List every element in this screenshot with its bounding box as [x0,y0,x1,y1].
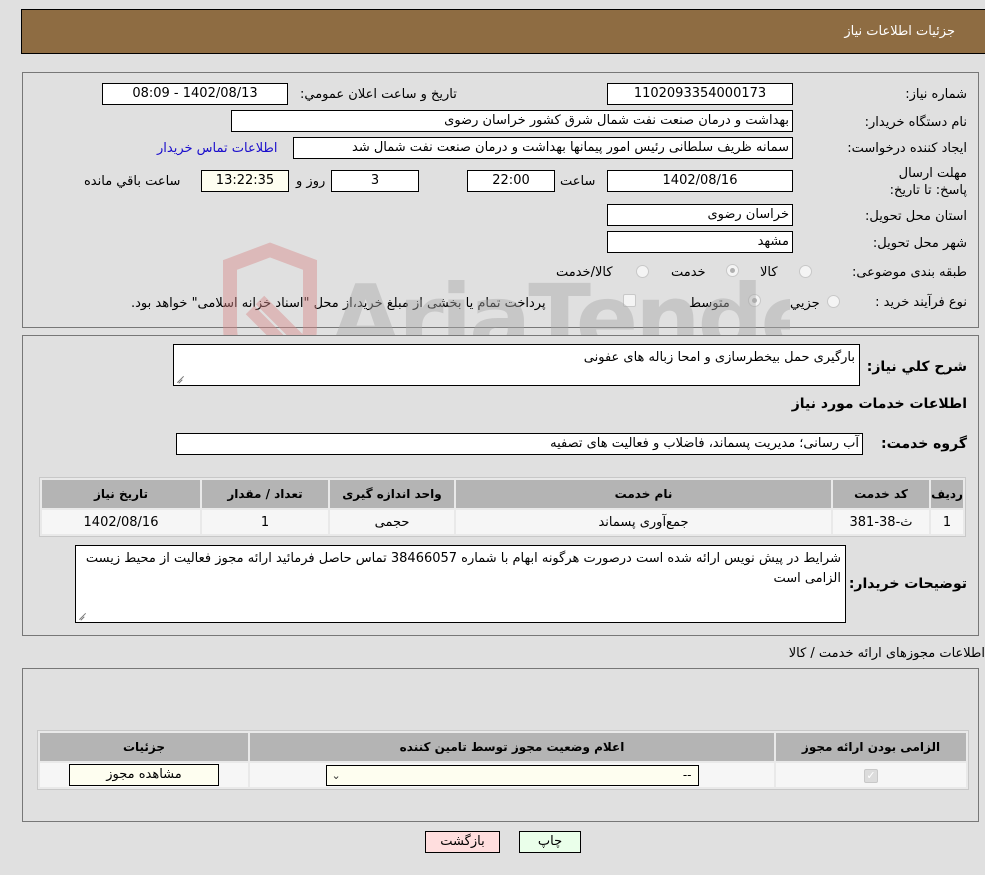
remaining-days-field: 3 [331,170,419,192]
remaining-time-label: ساعت باقي مانده [84,174,181,189]
page-title: جزئیات اطلاعات نیاز [844,24,955,39]
category-radio-goods-service[interactable] [636,265,649,278]
need-number-label: شماره نیاز: [905,87,967,102]
license-section-title: اطلاعات مجوزهای ارائه خدمت / کالا [788,646,985,661]
buyer-notes-textarea[interactable]: شرایط در پیش نویس ارائه شده است درصورت ه… [75,545,846,623]
col-license-status: اعلام وضعیت مجوز توسط تامین کننده [250,733,774,761]
purchase-type-option-minor: جزيي [790,296,820,311]
cell-license-required: ✓ [776,763,966,787]
service-group-label: گروه خدمت: [881,436,967,452]
services-heading: اطلاعات خدمات مورد نیاز [791,396,967,412]
province-field: خراسان رضوی [607,204,793,226]
col-license-required: الزامی بودن ارائه مجوز [776,733,966,761]
deadline-time-label: ساعت [560,174,596,189]
col-service-name: نام خدمت [456,480,831,508]
deadline-date-field: 1402/08/16 [607,170,793,192]
province-label: استان محل تحویل: [865,209,967,224]
deadline-time-field: 22:00 [467,170,555,192]
cell-license-status: -- ⌄ [250,763,774,787]
summary-label: شرح کلي نیاز: [866,359,967,375]
summary-text: بارگیری حمل بیخطرسازی و امحا زباله های ع… [583,350,855,365]
days-label: روز و [296,174,326,189]
col-need-date: تاریخ نیاز [42,480,200,508]
page-header: جزئیات اطلاعات نیاز [21,9,985,54]
services-table: ردیف کد خدمت نام خدمت واحد اندازه گیری ت… [39,477,966,537]
purchase-type-option-medium: متوسط [689,296,730,311]
category-radio-goods[interactable] [799,265,812,278]
cell-quantity: 1 [202,510,328,534]
cell-row-number: 1 [931,510,963,534]
cell-need-date: 1402/08/16 [42,510,200,534]
need-number-field: 1102093354000173 [607,83,793,105]
services-table-header: ردیف کد خدمت نام خدمت واحد اندازه گیری ت… [42,480,963,508]
buyer-org-field: بهداشت و درمان صنعت نفت شمال شرق کشور خر… [231,110,793,132]
back-button[interactable]: بازگشت [425,831,500,853]
category-label: طبقه بندی موضوعی: [851,265,967,280]
chevron-down-icon: ⌄ [331,768,341,782]
buyer-contact-link[interactable]: اطلاعات تماس خریدار [157,141,277,156]
category-radio-service[interactable] [726,264,739,277]
announce-date-field: 1402/08/13 - 08:09 [102,83,288,105]
category-option-goods-service: کالا/خدمت [556,265,613,280]
col-license-details: جزئیات [40,733,248,761]
col-row-number: ردیف [931,480,963,508]
col-service-code: کد خدمت [833,480,929,508]
cell-service-name: جمع‌آوری پسماند [456,510,831,534]
license-status-value: -- [682,767,692,782]
cell-service-code: ث-38-381 [833,510,929,534]
purchase-type-radio-minor[interactable] [827,295,840,308]
purchase-type-radio-medium[interactable] [748,294,761,307]
city-field: مشهد [607,231,793,253]
category-option-goods: کالا [760,265,778,280]
license-table-header: الزامی بودن ارائه مجوز اعلام وضعیت مجوز … [40,733,966,761]
purchase-type-label: نوع فرآیند خرید : [875,295,967,310]
view-license-button[interactable]: مشاهده مجوز [69,764,219,786]
cell-license-details: مشاهده مجوز [40,763,248,787]
resize-handle-icon[interactable] [78,612,86,620]
treasury-checkbox-label: پرداخت تمام یا بخشی از مبلغ خرید،از محل … [131,296,546,311]
license-table: الزامی بودن ارائه مجوز اعلام وضعیت مجوز … [37,730,969,790]
summary-textarea[interactable]: بارگیری حمل بیخطرسازی و امحا زباله های ع… [173,344,860,386]
announce-date-label: تاریخ و ساعت اعلان عمومي: [300,87,457,102]
col-quantity: تعداد / مقدار [202,480,328,508]
resize-handle-icon[interactable] [176,375,184,383]
remaining-time-field: 13:22:35 [201,170,289,192]
license-required-checkbox[interactable]: ✓ [864,768,878,783]
table-row: 1 ث-38-381 جمع‌آوری پسماند حجمی 1 1402/0… [42,510,963,534]
service-group-field: آب رسانی؛ مدیریت پسماند، فاضلاب و فعالیت… [176,433,863,455]
col-unit: واحد اندازه گیری [330,480,454,508]
deadline-label: مهلت ارسال پاسخ: تا تاریخ: [889,166,967,198]
license-status-select[interactable]: -- ⌄ [325,764,699,786]
requester-field: سمانه ظریف سلطانی رئیس امور پیمانها بهدا… [293,137,793,159]
buyer-notes-label: توضیحات خریدار: [848,576,967,592]
buyer-notes-text: شرایط در پیش نویس ارائه شده است درصورت ه… [85,551,841,586]
cell-unit: حجمی [330,510,454,534]
requester-label: ایجاد کننده درخواست: [847,141,967,156]
buyer-org-label: نام دستگاه خریدار: [864,115,967,130]
print-button[interactable]: چاپ [519,831,581,853]
city-label: شهر محل تحویل: [872,236,967,251]
treasury-checkbox[interactable] [623,294,636,307]
category-option-service: خدمت [671,265,706,280]
table-row: ✓ -- ⌄ مشاهده مجوز [40,763,966,787]
